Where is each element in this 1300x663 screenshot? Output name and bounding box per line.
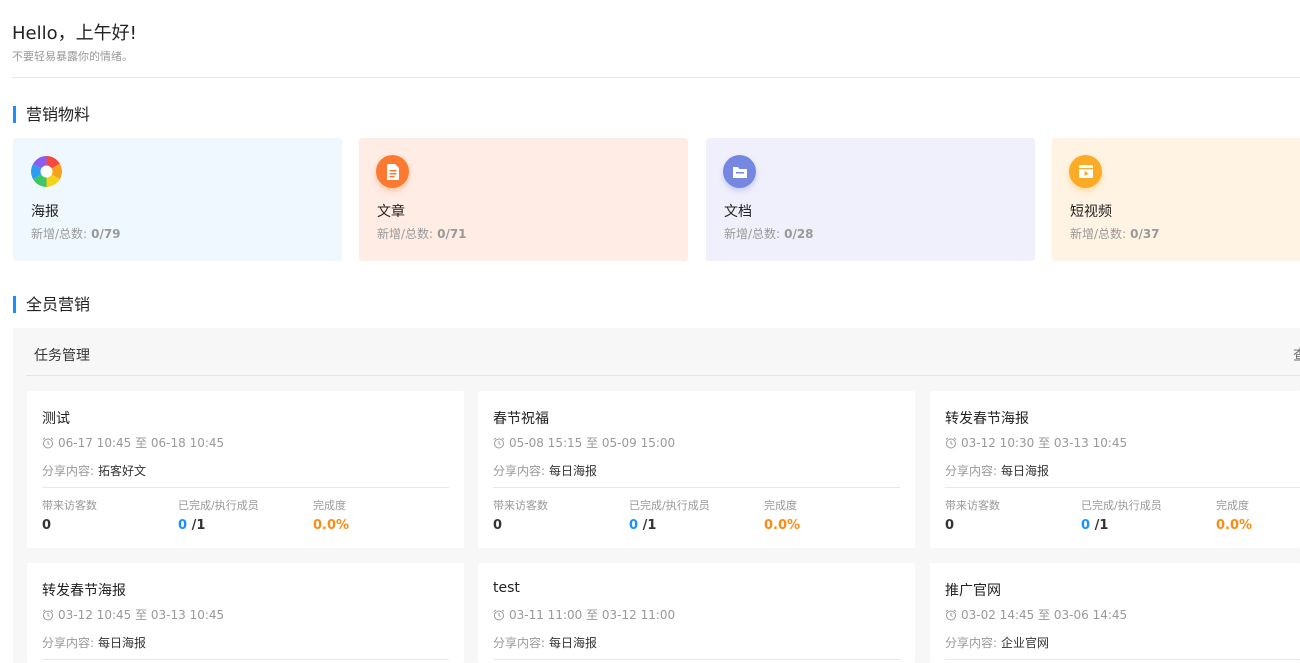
task-card[interactable]: 推广官网 03-02 14:45 至 03-06 14:45 分享内容: 企业官网 <box>930 563 1300 663</box>
task-title: 转发春节海报 <box>42 583 126 599</box>
greeting-subtitle: 不要轻易暴露你的情绪。 <box>12 50 133 63</box>
task-divider <box>493 659 900 660</box>
material-name: 短视频 <box>1070 204 1112 220</box>
alarm-clock-icon <box>42 609 54 620</box>
material-card-poster[interactable]: 海报 新增/总数: 0/79 <box>13 138 342 261</box>
document-icon <box>376 155 409 188</box>
material-stat: 新增/总数: 0/37 <box>1070 227 1160 241</box>
task-divider <box>42 487 449 488</box>
video-icon <box>1069 155 1102 188</box>
task-divider <box>945 659 1300 660</box>
material-stat: 新增/总数: 0/79 <box>31 227 121 241</box>
task-time: 03-12 10:45 至 03-13 10:45 <box>42 606 224 623</box>
task-title: 转发春节海报 <box>945 411 1029 427</box>
material-stat: 新增/总数: 0/28 <box>724 227 814 241</box>
task-divider <box>493 487 900 488</box>
task-members: 已完成/执行成员 0 /1 <box>629 499 710 533</box>
task-share: 分享内容: 每日海报 <box>493 464 598 478</box>
material-name: 文档 <box>724 204 752 220</box>
task-divider <box>42 659 449 660</box>
task-panel-title: 任务管理 <box>34 348 90 364</box>
task-title: 推广官网 <box>945 583 1001 599</box>
task-members: 已完成/执行成员 0 /1 <box>1081 499 1162 533</box>
alarm-clock-icon <box>493 609 505 620</box>
material-card-article[interactable]: 文章 新增/总数: 0/71 <box>359 138 688 261</box>
material-name: 文章 <box>377 204 405 220</box>
task-members: 已完成/执行成员 0 /1 <box>178 499 259 533</box>
header-divider <box>12 77 1300 78</box>
task-title: test <box>493 580 520 596</box>
section-title-marketing: 全员营销 <box>13 296 90 314</box>
material-name: 海报 <box>31 204 59 220</box>
task-title: 测试 <box>42 411 70 427</box>
view-more-link[interactable]: 查 <box>1293 345 1300 365</box>
task-card[interactable]: 测试 06-17 10:45 至 06-18 10:45 分享内容: 拓客好文 带… <box>27 391 464 548</box>
task-share: 分享内容: 每日海报 <box>42 636 147 650</box>
task-share: 分享内容: 每日海报 <box>493 636 598 650</box>
task-visitors: 带来访客数 0 <box>42 499 97 533</box>
aperture-icon <box>30 155 63 188</box>
folder-icon <box>723 155 756 188</box>
task-share: 分享内容: 企业官网 <box>945 636 1050 650</box>
task-completion: 完成度 0.0% <box>1216 499 1253 533</box>
task-completion: 完成度 0.0% <box>764 499 801 533</box>
alarm-clock-icon <box>945 609 957 620</box>
material-card-video[interactable]: 短视频 新增/总数: 0/37 <box>1052 138 1300 261</box>
task-completion: 完成度 0.0% <box>313 499 350 533</box>
task-time: 05-08 15:15 至 05-09 15:00 <box>493 434 675 451</box>
alarm-clock-icon <box>42 437 54 448</box>
task-card[interactable]: 转发春节海报 03-12 10:30 至 03-13 10:45 分享内容: 每日… <box>930 391 1300 548</box>
task-card[interactable]: 转发春节海报 03-12 10:45 至 03-13 10:45 分享内容: 每日… <box>27 563 464 663</box>
task-share: 分享内容: 拓客好文 <box>42 464 147 478</box>
task-panel-divider <box>26 375 1300 376</box>
task-time: 06-17 10:45 至 06-18 10:45 <box>42 434 224 451</box>
task-card[interactable]: test 03-11 11:00 至 03-12 11:00 分享内容: 每日海报 <box>478 563 915 663</box>
task-card[interactable]: 春节祝福 05-08 15:15 至 05-09 15:00 分享内容: 每日海报… <box>478 391 915 548</box>
section-title-materials: 营销物料 <box>13 106 90 124</box>
task-share: 分享内容: 每日海报 <box>945 464 1050 478</box>
task-visitors: 带来访客数 0 <box>945 499 1000 533</box>
task-time: 03-02 14:45 至 03-06 14:45 <box>945 606 1127 623</box>
task-time: 03-12 10:30 至 03-13 10:45 <box>945 434 1127 451</box>
alarm-clock-icon <box>945 437 957 448</box>
greeting-title: Hello，上午好! <box>12 23 137 44</box>
task-visitors: 带来访客数 0 <box>493 499 548 533</box>
task-title: 春节祝福 <box>493 411 549 427</box>
task-divider <box>945 487 1300 488</box>
material-stat: 新增/总数: 0/71 <box>377 227 467 241</box>
alarm-clock-icon <box>493 437 505 448</box>
material-card-docs[interactable]: 文档 新增/总数: 0/28 <box>706 138 1035 261</box>
task-time: 03-11 11:00 至 03-12 11:00 <box>493 606 675 623</box>
